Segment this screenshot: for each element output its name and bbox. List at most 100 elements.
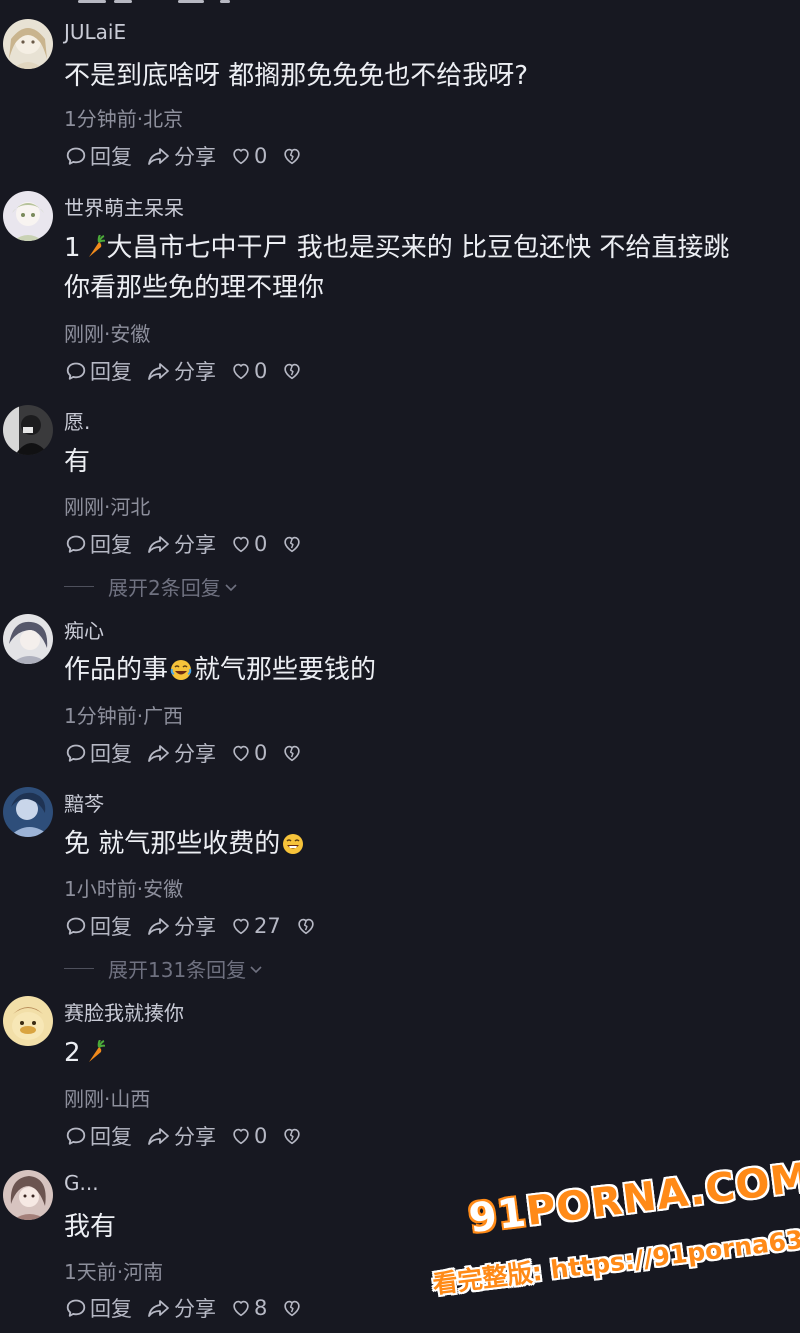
comment-username[interactable]: 赛脸我就揍你 — [64, 997, 184, 1026]
dislike-heart-icon — [284, 363, 301, 380]
share-button[interactable]: 分享 — [146, 141, 216, 171]
share-button[interactable]: 分享 — [146, 1293, 216, 1323]
avatar[interactable] — [3, 405, 53, 455]
share-arrow-icon — [148, 148, 169, 165]
like-button[interactable]: 0 — [230, 1124, 267, 1148]
comment-username[interactable]: JULaiE — [64, 20, 126, 44]
share-button[interactable]: 分享 — [146, 1121, 216, 1151]
comment-actions: 回复 分享 0 — [64, 530, 319, 558]
reply-label: 回复 — [90, 915, 132, 939]
comment-text: 1 大昌市七中干尸 我也是买来的 比豆包还快 不给直接跳 你看那些免的理不理你 — [64, 228, 784, 308]
comment-actions: 回复 分享 0 — [64, 739, 319, 767]
comment-text: 有 — [64, 442, 784, 482]
comment-text-line: 不是到底啥呀 都搁那免免免也不给我呀? — [64, 61, 529, 91]
comment-bubble-icon — [66, 535, 86, 553]
comment-meta: 1天前·河南 — [64, 1260, 164, 1284]
comment-username[interactable]: 黯芩 — [64, 788, 104, 817]
avatar[interactable] — [3, 787, 53, 837]
like-button[interactable]: 0 — [230, 144, 267, 168]
share-button[interactable]: 分享 — [146, 356, 216, 386]
comment-username[interactable]: G... — [64, 1171, 99, 1195]
comment-text: 2 — [64, 1033, 784, 1073]
like-button[interactable]: 8 — [230, 1296, 267, 1320]
dislike-button[interactable] — [295, 915, 319, 937]
expand-replies-label: 展开2条回复 — [108, 576, 221, 600]
dislike-heart-icon — [284, 1300, 301, 1317]
comment-bubble-icon — [66, 1127, 86, 1145]
divider — [64, 968, 94, 969]
share-button[interactable]: 分享 — [146, 911, 216, 941]
reply-button[interactable]: 回复 — [64, 529, 132, 559]
comment-text-line: 1 大昌市七中干尸 我也是买来的 比豆包还快 不给直接跳 — [64, 233, 730, 263]
like-count: 0 — [254, 144, 268, 168]
dislike-button[interactable] — [281, 742, 305, 764]
avatar[interactable] — [3, 996, 53, 1046]
share-label: 分享 — [174, 1125, 216, 1149]
heart-icon — [233, 1128, 249, 1145]
like-count: 0 — [254, 1124, 268, 1148]
comment-text: 作品的事 就气那些要钱的 — [64, 650, 784, 690]
reply-button[interactable]: 回复 — [64, 1121, 132, 1151]
heart-icon — [233, 918, 249, 935]
like-button[interactable]: 0 — [230, 741, 267, 765]
carrot-emoji-icon — [88, 1040, 105, 1062]
like-button[interactable]: 0 — [230, 359, 267, 383]
reply-label: 回复 — [90, 360, 132, 384]
share-label: 分享 — [174, 915, 216, 939]
dislike-button[interactable] — [281, 533, 305, 555]
reply-button[interactable]: 回复 — [64, 911, 132, 941]
comment-username[interactable]: 世界萌主呆呆 — [64, 192, 184, 221]
dislike-heart-icon — [284, 148, 301, 165]
comment-text-line: 2 — [64, 1033, 784, 1073]
reply-button[interactable]: 回复 — [64, 1293, 132, 1323]
comment-bubble-icon — [66, 362, 86, 380]
comment-meta: 刚刚·山西 — [64, 1087, 151, 1111]
reply-label: 回复 — [90, 145, 132, 169]
dislike-button[interactable] — [281, 1125, 305, 1147]
dislike-heart-icon — [284, 1128, 301, 1145]
laughing-emoji-icon — [170, 660, 192, 680]
dislike-button[interactable] — [281, 1297, 305, 1319]
dislike-button[interactable] — [281, 360, 305, 382]
avatar[interactable] — [3, 19, 53, 69]
share-arrow-icon — [148, 536, 169, 553]
share-arrow-icon — [148, 745, 169, 762]
share-label: 分享 — [174, 742, 216, 766]
expand-replies-button[interactable]: 展开2条回复 — [64, 572, 239, 601]
dislike-button[interactable] — [281, 145, 305, 167]
avatar[interactable] — [3, 191, 53, 241]
comment-text-line: 作品的事 就气那些要钱的 — [64, 655, 377, 685]
like-count: 0 — [254, 532, 268, 556]
like-count: 0 — [254, 359, 268, 383]
comment-username[interactable]: 痴心 — [64, 615, 104, 644]
comment-text: 免 就气那些收费的 — [64, 824, 784, 864]
like-button[interactable]: 27 — [230, 914, 281, 938]
dislike-heart-icon — [284, 745, 301, 762]
reply-button[interactable]: 回复 — [64, 738, 132, 768]
reply-label: 回复 — [90, 1125, 132, 1149]
like-count: 8 — [254, 1296, 268, 1320]
comment-actions: 回复 分享 0 — [64, 357, 319, 385]
comment-actions: 回复 分享 27 — [64, 912, 333, 940]
share-button[interactable]: 分享 — [146, 529, 216, 559]
heart-icon — [233, 363, 249, 380]
reply-button[interactable]: 回复 — [64, 141, 132, 171]
comment-text-prefix: 1 — [64, 233, 81, 263]
comment-actions: 回复 分享 0 — [64, 1122, 319, 1150]
dislike-heart-icon — [298, 918, 314, 935]
laughing-emoji-icon — [283, 834, 304, 854]
comment-username[interactable]: 愿. — [64, 406, 90, 435]
like-button[interactable]: 0 — [230, 532, 267, 556]
share-arrow-icon — [148, 1128, 169, 1145]
avatar[interactable] — [3, 614, 53, 664]
avatar[interactable] — [3, 1170, 53, 1220]
share-arrow-icon — [148, 1300, 169, 1317]
expand-replies-button[interactable]: 展开131条回复 — [64, 954, 264, 983]
comment-meta: 1分钟前·广西 — [64, 704, 184, 728]
share-button[interactable]: 分享 — [146, 738, 216, 768]
comment-bubble-icon — [66, 1299, 86, 1317]
comment-bubble-icon — [66, 147, 86, 165]
share-label: 分享 — [174, 360, 216, 384]
comment-meta: 刚刚·河北 — [64, 495, 151, 519]
reply-button[interactable]: 回复 — [64, 356, 132, 386]
